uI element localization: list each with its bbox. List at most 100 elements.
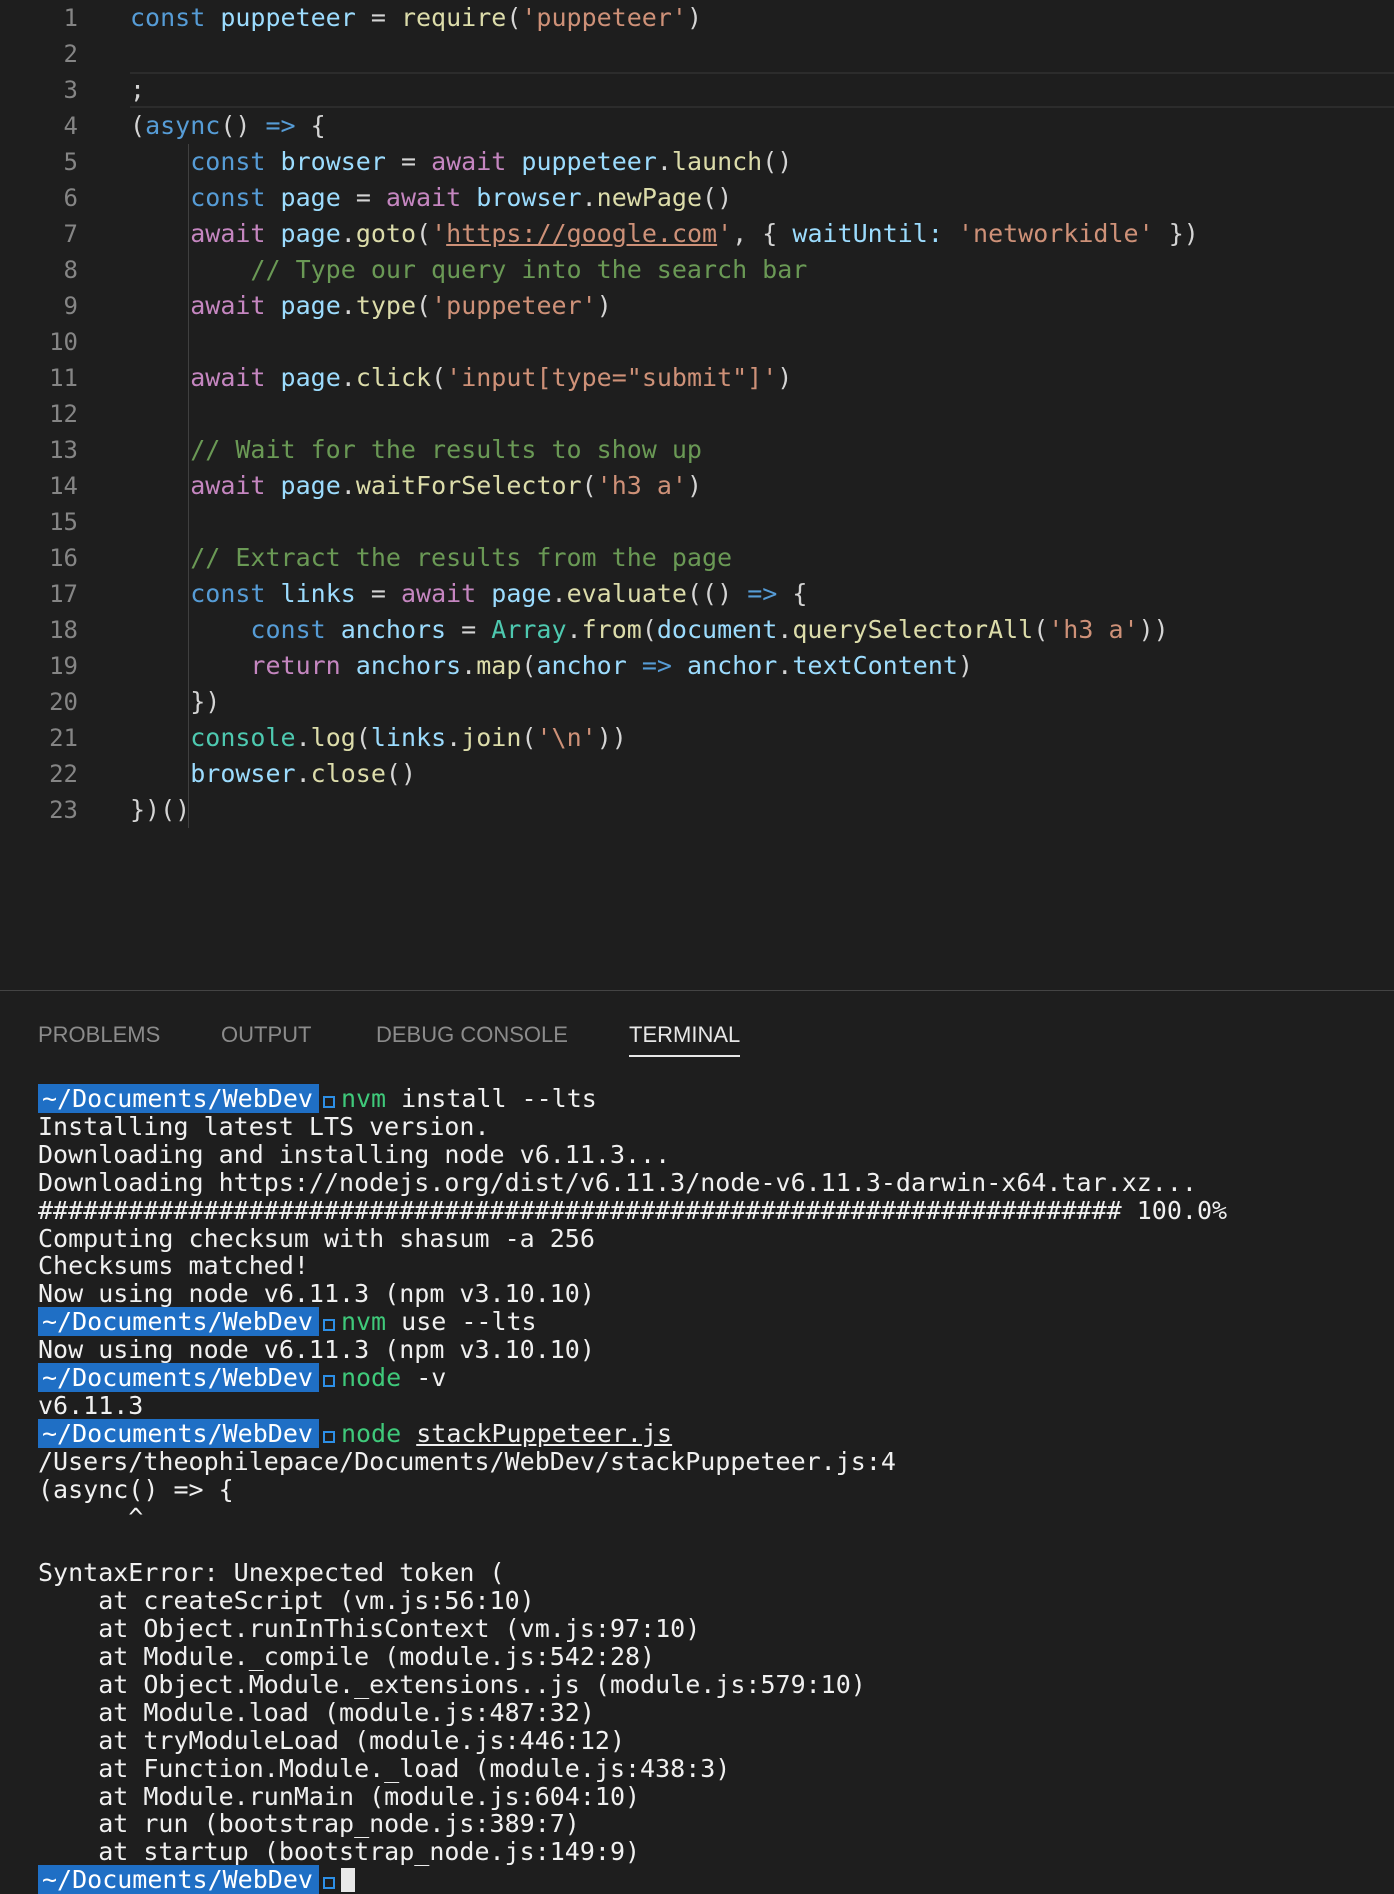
code-token: ( bbox=[581, 471, 597, 500]
terminal-prompt-line: ~/Documents/WebDev node -v bbox=[38, 1363, 1378, 1392]
code-line[interactable]: 12 bbox=[0, 396, 1394, 432]
code-line[interactable]: 17 const links = await page.evaluate(() … bbox=[0, 576, 1394, 612]
line-number: 19 bbox=[49, 652, 78, 680]
terminal-output-line: ^ bbox=[38, 1502, 144, 1532]
line-number: 13 bbox=[49, 436, 78, 464]
code-line[interactable]: 6 const page = await browser.newPage() bbox=[0, 180, 1394, 216]
code-token: links bbox=[280, 579, 356, 608]
terminal-cursor bbox=[340, 1868, 355, 1893]
code-token: ' bbox=[431, 219, 447, 248]
code-token: const bbox=[190, 579, 266, 608]
code-token: { bbox=[295, 111, 326, 140]
code-token: . bbox=[581, 183, 597, 212]
code-token: = bbox=[446, 615, 492, 644]
indent-guide bbox=[188, 612, 189, 684]
code-line[interactable]: 16 // Extract the results from the page bbox=[0, 540, 1394, 576]
terminal-output-line: at tryModuleLoad (module.js:446:12) bbox=[38, 1725, 625, 1755]
code-editor[interactable]: 1 const puppeteer = require('puppeteer') 2… bbox=[0, 0, 1394, 990]
line-number: 15 bbox=[49, 508, 78, 536]
line-number: 3 bbox=[63, 76, 78, 104]
code-token: await bbox=[190, 291, 266, 320]
code-token: page bbox=[280, 183, 341, 212]
command-file-arg[interactable]: stackPuppeteer.js bbox=[416, 1419, 672, 1448]
code-token: 'puppeteer' bbox=[431, 291, 597, 320]
line-number: 21 bbox=[49, 724, 78, 752]
line-number: 12 bbox=[49, 400, 78, 428]
code-token: Array bbox=[491, 615, 567, 644]
code-line[interactable]: 10 bbox=[0, 324, 1394, 360]
prompt-path: ~/Documents/WebDev bbox=[38, 1084, 319, 1113]
code-token: 'h3 a' bbox=[1048, 615, 1139, 644]
code-line[interactable]: 7 await page.goto('https://google.com', … bbox=[0, 216, 1394, 252]
prompt-square-icon bbox=[322, 1375, 335, 1387]
terminal-output-line: SyntaxError: Unexpected token ( bbox=[38, 1558, 505, 1588]
code-token: = bbox=[385, 147, 432, 176]
code-token: ; bbox=[130, 75, 146, 104]
terminal-output-line: at Module.runMain (module.js:604:10) bbox=[38, 1781, 641, 1811]
code-token: 'networkidle' bbox=[957, 219, 1154, 248]
code-line[interactable]: 5 const browser = await puppeteer.launch… bbox=[0, 144, 1394, 180]
code-token: close bbox=[310, 759, 386, 788]
code-text: // Wait for the results to show up bbox=[130, 432, 702, 468]
code-token: . bbox=[777, 651, 793, 680]
code-text: ; bbox=[130, 72, 145, 108]
code-line[interactable]: 3; bbox=[0, 72, 1394, 108]
code-text: (async() => { bbox=[130, 108, 326, 144]
line-number: 11 bbox=[49, 364, 78, 392]
line-number: 4 bbox=[63, 112, 78, 140]
code-token: . bbox=[295, 759, 311, 788]
code-token: = bbox=[355, 3, 401, 32]
prompt-path: ~/Documents/WebDev bbox=[38, 1418, 319, 1448]
code-line[interactable]: 11 await page.click('input[type="submit"… bbox=[0, 360, 1394, 396]
code-line[interactable]: 1 const puppeteer = require('puppeteer') bbox=[0, 0, 1394, 36]
code-token: . bbox=[551, 579, 567, 608]
tab-terminal[interactable]: TERMINAL bbox=[629, 1015, 741, 1057]
code-line[interactable]: 2 bbox=[0, 36, 1394, 72]
code-token: = bbox=[355, 579, 401, 608]
line-number: 1 bbox=[63, 4, 78, 32]
code-token: ( bbox=[130, 111, 146, 140]
code-text: const links = await page.evaluate(() => … bbox=[130, 576, 807, 612]
code-line[interactable]: 19 return anchors.map(anchor => anchor.t… bbox=[0, 648, 1394, 684]
code-line[interactable]: 20 }) bbox=[0, 684, 1394, 720]
code-text: await page.goto('https://google.com', { … bbox=[130, 216, 1199, 252]
line-number: 9 bbox=[63, 292, 78, 320]
code-line[interactable]: 13 // Wait for the results to show up bbox=[0, 432, 1394, 468]
tab-problems[interactable]: PROBLEMS bbox=[38, 1015, 160, 1055]
tab-debug-console[interactable]: DEBUG CONSOLE bbox=[376, 1015, 568, 1055]
code-token: log bbox=[310, 723, 356, 752]
code-line[interactable]: 15 bbox=[0, 504, 1394, 540]
code-token: () bbox=[385, 759, 417, 788]
code-token: ) bbox=[957, 651, 973, 680]
code-token: type bbox=[355, 291, 417, 320]
code-text: // Type our query into the search bar bbox=[130, 252, 807, 288]
code-token: links bbox=[370, 723, 447, 752]
code-line[interactable]: 8 // Type our query into the search bar bbox=[0, 252, 1394, 288]
code-token: page bbox=[280, 219, 341, 248]
code-line[interactable]: 4 (async() => { bbox=[0, 108, 1394, 144]
code-line[interactable]: 9 await page.type('puppeteer') bbox=[0, 288, 1394, 324]
code-line[interactable]: 18 const anchors = Array.from(document.q… bbox=[0, 612, 1394, 648]
code-line[interactable]: 21 console.log(links.join('\n')) bbox=[0, 720, 1394, 756]
code-line[interactable]: 23})() bbox=[0, 792, 1394, 828]
tab-output[interactable]: OUTPUT bbox=[221, 1015, 311, 1055]
code-line[interactable]: 22 browser.close() bbox=[0, 756, 1394, 792]
code-token: ' bbox=[717, 219, 733, 248]
prompt-square-icon bbox=[322, 1430, 335, 1443]
code-token: await bbox=[190, 363, 266, 392]
code-line[interactable]: 14 await page.waitForSelector('h3 a') bbox=[0, 468, 1394, 504]
code-token: . bbox=[340, 291, 356, 320]
line-number: 7 bbox=[63, 220, 78, 248]
code-text: const anchors = Array.from(document.quer… bbox=[130, 612, 1168, 648]
